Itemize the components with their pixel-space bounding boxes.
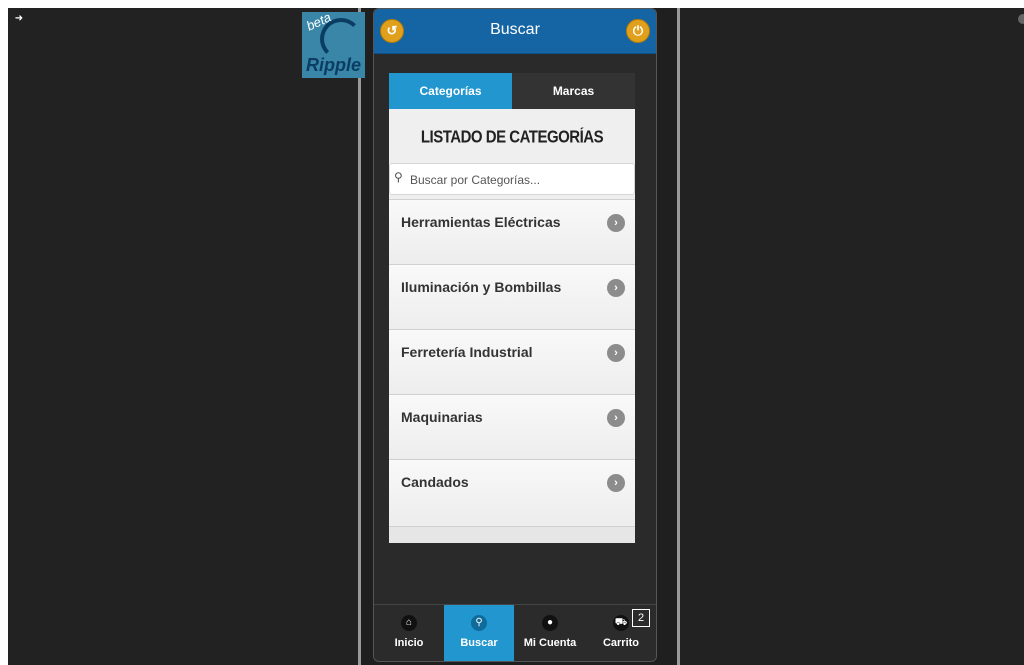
settings-dot-icon[interactable] xyxy=(1018,14,1024,24)
user-icon: ● xyxy=(542,615,558,631)
list-item[interactable]: Candados › xyxy=(389,459,635,524)
chevron-right-icon: › xyxy=(607,279,625,297)
nav-carrito[interactable]: ⛟ Carrito 2 xyxy=(586,605,656,661)
tab-bar: Categorías Marcas xyxy=(389,73,635,109)
nav-inicio[interactable]: ⌂ Inicio xyxy=(374,605,444,661)
list-item-label: Candados xyxy=(401,474,469,490)
right-panel xyxy=(680,8,1024,665)
page-title: Buscar xyxy=(490,21,540,38)
nav-label: Mi Cuenta xyxy=(523,637,577,649)
phone-screen: ↺ Buscar ⏻ Categorías Marcas LISTADO DE … xyxy=(373,8,657,662)
ripple-wordmark: Ripple xyxy=(306,55,362,75)
nav-label: Inicio xyxy=(394,637,424,649)
list-item-label: Maquinarias xyxy=(401,409,483,425)
ripple-logo: beta Ripple xyxy=(302,9,365,78)
search-icon: ⚲ xyxy=(394,170,403,184)
home-icon: ⌂ xyxy=(401,615,417,631)
list-footer xyxy=(389,526,635,543)
ripple-rings-icon xyxy=(320,18,362,60)
categories-panel: Categorías Marcas LISTADO DE CATEGORÍAS … xyxy=(389,73,635,543)
category-search-input[interactable] xyxy=(408,169,622,191)
nav-buscar[interactable]: ⚲ Buscar xyxy=(444,605,514,661)
chevron-right-icon: › xyxy=(607,344,625,362)
list-item[interactable]: Herramientas Eléctricas › xyxy=(389,199,635,264)
expand-arrow-icon[interactable]: ➜ xyxy=(14,14,24,24)
chevron-right-icon: › xyxy=(607,214,625,232)
list-item[interactable]: Ferretería Industrial › xyxy=(389,329,635,394)
listing-title: LISTADO DE CATEGORÍAS xyxy=(420,127,604,148)
list-item-label: Iluminación y Bombillas xyxy=(401,279,562,295)
list-item-label: Ferretería Industrial xyxy=(401,344,533,360)
nav-label: Buscar xyxy=(460,637,498,649)
power-icon[interactable]: ⏻ xyxy=(626,19,650,43)
list-item-label: Herramientas Eléctricas xyxy=(401,214,561,230)
list-item[interactable]: Iluminación y Bombillas › xyxy=(389,264,635,329)
chevron-right-icon: › xyxy=(607,409,625,427)
cart-count-badge: 2 xyxy=(632,609,650,627)
left-divider xyxy=(358,8,361,665)
list-item[interactable]: Maquinarias › xyxy=(389,394,635,459)
search-icon: ⚲ xyxy=(471,615,487,631)
header-bar: ↺ Buscar ⏻ xyxy=(374,9,656,54)
chevron-right-icon: › xyxy=(607,474,625,492)
cart-icon: ⛟ xyxy=(613,615,629,631)
bottom-nav: ⌂ Inicio ⚲ Buscar ● Mi Cuenta ⛟ Carrito … xyxy=(374,604,656,661)
tab-marcas[interactable]: Marcas xyxy=(512,73,635,109)
tab-categorias[interactable]: Categorías xyxy=(389,73,512,109)
search-field: ⚲ xyxy=(389,163,635,195)
left-panel: ➜ xyxy=(8,8,358,665)
nav-label: Carrito xyxy=(602,637,640,649)
category-list: Herramientas Eléctricas › Iluminación y … xyxy=(389,199,635,524)
nav-mi-cuenta[interactable]: ● Mi Cuenta xyxy=(515,605,585,661)
